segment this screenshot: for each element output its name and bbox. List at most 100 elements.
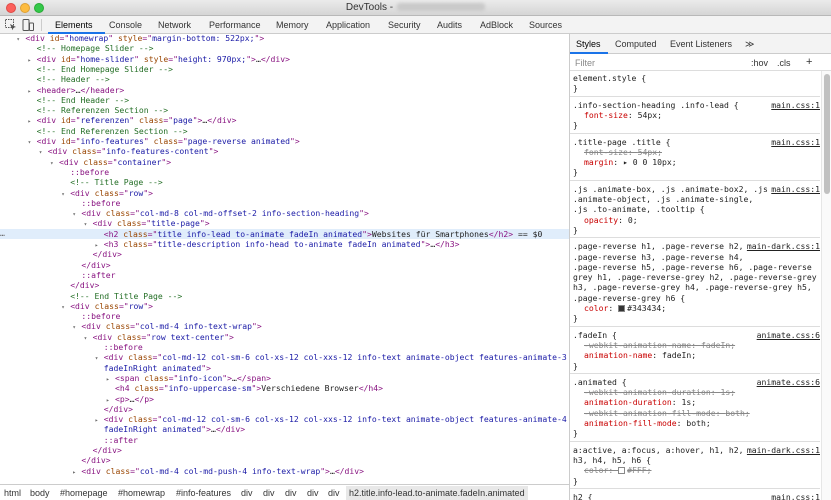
property-value[interactable]: 54px; [638, 147, 662, 157]
dom-node[interactable]: ▸ <div class="col-md-4 col-md-push-4 info… [0, 466, 569, 476]
property-name[interactable]: font-size [584, 147, 628, 157]
tab-application[interactable]: Application [326, 20, 370, 30]
breadcrumb-item[interactable]: div [285, 488, 297, 498]
dom-node[interactable]: ▾ <div id="homewrap" style="margin-bottom… [0, 34, 569, 43]
dom-node[interactable]: ▾ <div class="col-md-4 info-text-wrap"> [0, 321, 569, 331]
dom-node[interactable]: <!-- Header --> [0, 74, 569, 84]
property-value[interactable]: #343434; [627, 303, 666, 313]
rule-selector[interactable]: } [570, 313, 820, 323]
inspect-icon[interactable] [5, 19, 17, 33]
style-declaration[interactable]: font-size: 54px; [570, 110, 820, 120]
dom-node[interactable]: </div> [0, 404, 569, 414]
source-link[interactable]: animate.css:6 [757, 330, 820, 340]
property-value[interactable]: 54px; [638, 110, 662, 120]
dom-node[interactable]: ::before [0, 198, 569, 208]
dom-node[interactable]: </div> [0, 249, 569, 259]
rule-selector[interactable]: } [570, 120, 820, 130]
property-name[interactable]: animation-fill-mode [584, 418, 677, 428]
tab-audits[interactable]: Audits [437, 20, 462, 30]
property-name[interactable]: animation-name [584, 350, 652, 360]
device-toggle-icon[interactable] [22, 19, 34, 33]
dom-node[interactable]: ▾ <div class="row"> [0, 188, 569, 198]
tab-security[interactable]: Security [388, 20, 421, 30]
rule-selector[interactable]: .animated {animate.css:6 [570, 377, 820, 387]
rule-selector[interactable]: .js .animate-box, .js .animate-box2, .js… [570, 184, 820, 194]
rule-selector[interactable]: .page-reverse-grey h6 { [570, 293, 820, 303]
dom-node[interactable]: ▸ <h3 class="title-description info-head … [0, 239, 569, 249]
rule-selector[interactable]: .info-section-heading .info-lead {main.c… [570, 100, 820, 110]
property-value[interactable]: 0; [628, 215, 638, 225]
add-rule-button[interactable]: + [806, 56, 812, 68]
scrollbar-thumb[interactable] [824, 74, 830, 194]
style-declaration[interactable]: color: #343434; [570, 303, 820, 313]
tab-performance[interactable]: Performance [209, 20, 261, 30]
tab-computed[interactable]: Computed [615, 39, 657, 49]
property-value[interactable]: fadeIn; [701, 340, 735, 350]
source-link[interactable]: main.css:1 [771, 100, 820, 110]
dom-node[interactable]: <h4 class="info-uppercase-sm">Verschiede… [0, 383, 569, 393]
breadcrumb-item[interactable]: div [307, 488, 319, 498]
breadcrumb-item[interactable]: body [30, 488, 50, 498]
dom-node[interactable]: ::before [0, 342, 569, 352]
rule-selector[interactable]: } [570, 83, 820, 93]
dom-node[interactable]: ▾ <div class="info-features-content"> [0, 146, 569, 156]
source-link[interactable]: main.css:1 [771, 184, 820, 194]
filter-input[interactable]: Filter [575, 58, 595, 68]
hover-state-button[interactable]: :hov [751, 58, 768, 68]
dom-node[interactable]: </div> [0, 455, 569, 465]
style-declaration[interactable]: animation-duration: 1s; [570, 397, 820, 407]
dom-node[interactable]: ▾ <div class="title-page"> [0, 218, 569, 228]
dom-node[interactable]: ▾ <div class="container"> [0, 157, 569, 167]
source-link[interactable]: main-dark.css:1 [747, 241, 820, 251]
property-name[interactable]: opacity [584, 215, 618, 225]
breadcrumb-item[interactable]: h2.title.info-lead.to-animate.fadeIn.ani… [346, 486, 528, 500]
property-value[interactable]: both; [686, 418, 710, 428]
styles-scrollbar[interactable] [821, 71, 831, 500]
selected-dom-node[interactable]: <h2 class="title info-lead to-animate fa… [0, 228, 569, 239]
dom-node[interactable]: <!-- End Referenzen Section --> [0, 126, 569, 136]
property-value[interactable]: #FFF; [627, 465, 651, 475]
tab-console[interactable]: Console [109, 20, 142, 30]
tab-network[interactable]: Network [158, 20, 191, 30]
dom-node[interactable]: ▾ <div class="row text-center"> [0, 332, 569, 342]
selected-node-menu-icon[interactable]: … [0, 228, 5, 238]
tab-elements[interactable]: Elements [55, 20, 93, 30]
property-name[interactable]: -webkit-animation-duration [584, 387, 711, 397]
rule-selector[interactable]: element.style { [570, 73, 820, 83]
tab-adblock[interactable]: AdBlock [480, 20, 513, 30]
style-declaration[interactable]: opacity: 0; [570, 215, 820, 225]
dom-node[interactable]: ::before [0, 167, 569, 177]
rule-selector[interactable]: h3, h4, h5, h6 { [570, 455, 820, 465]
dom-node[interactable]: ▸ <p>…</p> [0, 394, 569, 404]
dom-node[interactable]: </div> [0, 280, 569, 290]
dom-node[interactable]: </div> [0, 445, 569, 455]
more-tabs-icon[interactable]: ≫ [745, 39, 754, 50]
dom-node[interactable]: fadeInRight animated">…</div> [0, 424, 569, 434]
color-swatch-icon[interactable] [618, 467, 626, 475]
dom-node[interactable]: ▾ <div class="col-md-8 col-md-offset-2 in… [0, 208, 569, 218]
rule-selector[interactable]: .page-reverse h1, .page-reverse h2, main-… [570, 241, 820, 251]
rule-selector[interactable]: .page-reverse h5, .page-reverse h6, .pag… [570, 262, 820, 272]
dom-node[interactable]: ▾ <div class="row"> [0, 301, 569, 311]
rule-selector[interactable]: .fadeIn {animate.css:6 [570, 330, 820, 340]
style-declaration[interactable]: animation-name: fadeIn; [570, 350, 820, 360]
dom-node[interactable]: <!-- Title Page --> [0, 177, 569, 187]
class-toggle-button[interactable]: .cls [777, 58, 791, 68]
dom-node[interactable]: ▸ <div id="home-slider" style="height: 97… [0, 54, 569, 64]
source-link[interactable]: animate.css:6 [757, 377, 820, 387]
dom-node[interactable]: ▸ <div id="referenzen" class="page">…</di… [0, 115, 569, 125]
property-name[interactable]: animation-duration [584, 397, 672, 407]
breadcrumb-item[interactable]: #homewrap [118, 488, 165, 498]
breadcrumb-item[interactable]: div [328, 488, 340, 498]
style-declaration[interactable]: color: #FFF; [570, 465, 820, 475]
property-name[interactable]: -webkit-animation-name [584, 340, 691, 350]
rule-selector[interactable]: } [570, 361, 820, 371]
breadcrumb-item[interactable]: html [4, 488, 21, 498]
style-declaration[interactable]: font-size: 54px; [570, 147, 820, 157]
tab-memory[interactable]: Memory [276, 20, 309, 30]
property-value[interactable]: fadeIn; [662, 350, 696, 360]
style-declaration[interactable]: -webkit-animation-name: fadeIn; [570, 340, 820, 350]
dom-node[interactable]: </div> [0, 260, 569, 270]
property-value[interactable]: ▸ 0 0 10px; [623, 157, 677, 167]
rule-selector[interactable]: .animate-object, .js .animate-single, [570, 194, 820, 204]
